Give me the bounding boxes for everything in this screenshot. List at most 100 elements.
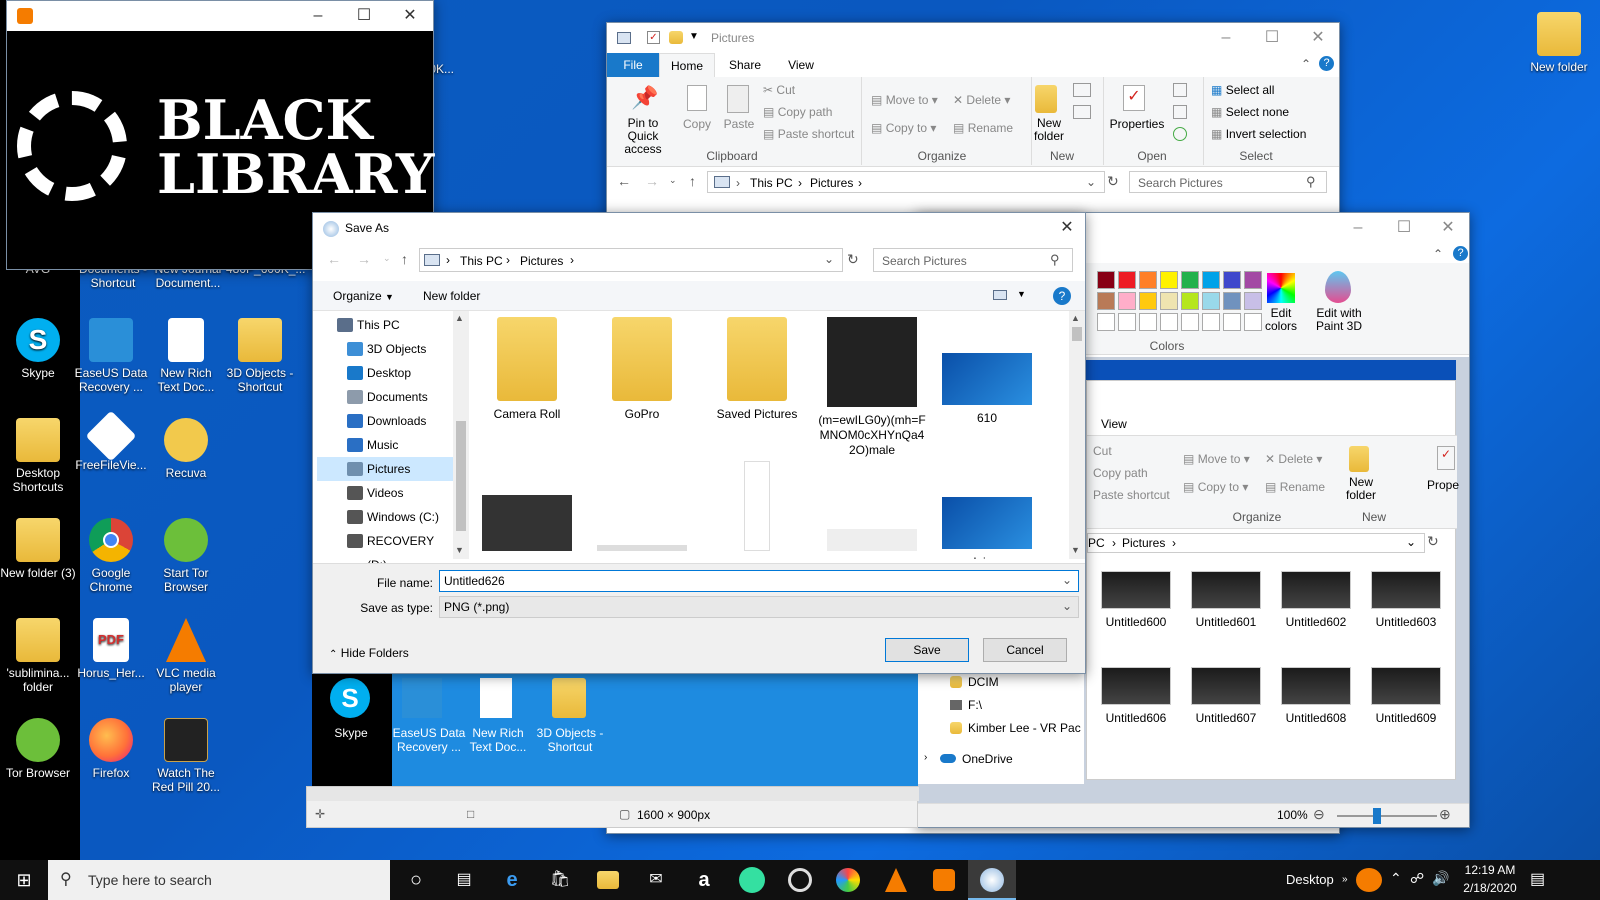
dialog-search-box[interactable]: Search Pictures ⚲: [873, 248, 1073, 272]
breadcrumb-this-pc[interactable]: This PC: [460, 254, 503, 268]
move-to-button[interactable]: ▤ Move to ▾: [871, 93, 938, 107]
network-icon[interactable]: ☍: [1410, 870, 1424, 887]
chevron-down-icon[interactable]: ⌄: [1062, 599, 1072, 613]
minimize-button[interactable]: –: [1203, 23, 1249, 53]
notification-app-icon[interactable]: [1356, 868, 1382, 892]
color-swatch[interactable]: [1139, 313, 1157, 331]
explorer2-new-folder[interactable]: New folder: [1341, 476, 1381, 502]
refresh-icon[interactable]: ↻: [1427, 533, 1439, 550]
tab-file[interactable]: File: [607, 53, 659, 77]
expand-chevron-icon[interactable]: ›: [924, 752, 927, 763]
explorer2-copy-path[interactable]: Copy path: [1093, 466, 1148, 480]
color-swatch[interactable]: [1223, 313, 1241, 331]
paste-button[interactable]: Paste: [721, 117, 757, 131]
tripadvisor-icon[interactable]: [728, 860, 776, 900]
organize-button[interactable]: Organize ▼: [333, 289, 394, 303]
toolbar-chevron-icon[interactable]: »: [1342, 874, 1348, 885]
thumbnail-item[interactable]: Untitled600: [1093, 571, 1179, 629]
cut-button[interactable]: ✂ Cut: [763, 83, 795, 97]
recent-dropdown-icon[interactable]: ⌄: [383, 253, 391, 264]
store-icon[interactable]: 🛍: [536, 860, 584, 900]
quick-access-dropdown-icon[interactable]: ▼: [689, 31, 699, 42]
file-item[interactable]: GoPro: [588, 317, 696, 422]
paint-taskbar-icon[interactable]: [968, 860, 1016, 900]
file-item[interactable]: bs_channel_dran...: [473, 461, 581, 559]
file-item[interactable]: bITMAPIMAGEIN...: [703, 461, 811, 559]
nav-tree-scroll-thumb[interactable]: [456, 421, 466, 531]
new-folder-button[interactable]: New folder: [423, 289, 480, 303]
explorer2-address-bar[interactable]: PC › Pictures › ⌄: [1087, 533, 1425, 553]
recent-dropdown-icon[interactable]: ⌄: [669, 175, 677, 186]
edit-icon[interactable]: [1173, 105, 1187, 119]
thumbnail-item[interactable]: Untitled607: [1183, 667, 1269, 725]
start-button[interactable]: ⊞: [0, 860, 48, 900]
explorer2-move-to[interactable]: ▤ Move to ▾: [1183, 452, 1250, 466]
action-center-icon[interactable]: ▤: [1530, 869, 1545, 889]
nav-tree-item[interactable]: RECOVERY (D:): [317, 529, 457, 572]
desktop-icon-vlc[interactable]: VLC media player: [148, 618, 224, 694]
maximize-button[interactable]: ☐: [341, 1, 387, 31]
zoom-in-icon[interactable]: ⊕: [1439, 806, 1451, 823]
minimize-button[interactable]: –: [295, 1, 341, 31]
color-swatch[interactable]: [1202, 313, 1220, 331]
explorer-search-box[interactable]: Search Pictures ⚲: [1129, 171, 1327, 193]
save-as-type-select[interactable]: PNG (*.png) ⌄: [439, 596, 1079, 618]
close-button[interactable]: ✕: [1425, 213, 1471, 243]
clock-time[interactable]: 12:19 AM: [1458, 863, 1522, 877]
thumbnail-item[interactable]: Untitled602: [1273, 571, 1359, 629]
color-swatch[interactable]: [1181, 292, 1199, 310]
desktop-icon-new-folder-3[interactable]: New folder (3): [0, 518, 76, 580]
desktop-toolbar-label[interactable]: Desktop: [1286, 872, 1334, 887]
color-swatch[interactable]: [1160, 292, 1178, 310]
up-arrow-icon[interactable]: ↑: [401, 251, 408, 267]
desktop-icon-start-tor[interactable]: Start Tor Browser: [148, 518, 224, 594]
desktop-icon-firefox[interactable]: Firefox: [73, 718, 149, 780]
scroll-down-icon[interactable]: ▼: [1071, 545, 1080, 555]
breadcrumb-this-pc[interactable]: This PC: [750, 176, 793, 190]
save-as-dialog[interactable]: Save As ✕ ← → ⌄ ↑ › This PC › Pictures ›…: [312, 212, 1086, 674]
explorer2-cut[interactable]: Cut: [1093, 444, 1112, 458]
explorer2-window[interactable]: View Cut Copy path Paste shortcut ▤ Move…: [1086, 380, 1459, 780]
volume-icon[interactable]: 🔊: [1432, 870, 1449, 887]
search-icon[interactable]: ⚲: [1306, 174, 1316, 190]
color-swatch[interactable]: [1202, 292, 1220, 310]
file-grid-scrollbar[interactable]: ▲ ▼: [1069, 311, 1085, 559]
back-arrow-icon[interactable]: ←: [617, 173, 631, 189]
file-item[interactable]: card_icons...: [933, 461, 1041, 559]
rename-button[interactable]: ▤ Rename: [953, 121, 1013, 135]
select-none-button[interactable]: ▦ Select none: [1211, 105, 1289, 119]
clock-date[interactable]: 2/18/2020: [1458, 881, 1522, 895]
breadcrumb-pc[interactable]: PC: [1088, 536, 1105, 550]
thumbnail-item[interactable]: Untitled608: [1273, 667, 1359, 725]
desktop-icon-new-folder[interactable]: New folder: [1520, 12, 1598, 74]
tree-item-onedrive[interactable]: OneDrive: [962, 752, 1013, 766]
copy-button[interactable]: Copy: [681, 117, 713, 131]
desktop-icon-freefileviewer[interactable]: FreeFileVie...: [73, 410, 149, 472]
desktop-icon-chrome[interactable]: Google Chrome: [73, 518, 149, 594]
color-swatch[interactable]: [1118, 292, 1136, 310]
file-item[interactable]: 610: [933, 317, 1041, 426]
file-item[interactable]: Saved Pictures: [703, 317, 811, 422]
zoom-slider-thumb[interactable]: [1373, 808, 1381, 824]
breadcrumb-pictures[interactable]: Pictures: [810, 176, 853, 190]
nav-tree-item[interactable]: Desktop: [317, 361, 457, 385]
color-swatch[interactable]: [1202, 271, 1220, 289]
file-explorer-icon[interactable]: [584, 860, 632, 900]
help-icon[interactable]: ?: [1453, 246, 1468, 261]
color-swatch[interactable]: [1118, 271, 1136, 289]
chevron-down-icon[interactable]: ⌄: [1062, 573, 1072, 587]
color-swatch[interactable]: [1097, 313, 1115, 331]
nav-tree-item[interactable]: Documents: [317, 385, 457, 409]
breadcrumb-pictures[interactable]: Pictures: [520, 254, 563, 268]
thumbnail-item[interactable]: Untitled606: [1093, 667, 1179, 725]
nav-tree-item[interactable]: 3D Objects: [317, 337, 457, 361]
desktop-icon-red-pill[interactable]: Watch The Red Pill 20...: [148, 718, 224, 794]
explorer-address-bar[interactable]: › This PC › Pictures › ⌄: [707, 171, 1105, 193]
color-swatch[interactable]: [1244, 271, 1262, 289]
forward-arrow-icon[interactable]: →: [645, 173, 659, 189]
color-swatch[interactable]: [1139, 292, 1157, 310]
pin-quick-access-button[interactable]: Pin to Quick access: [611, 117, 675, 156]
paste-shortcut-button[interactable]: ▤ Paste shortcut: [763, 127, 854, 141]
explorer2-delete[interactable]: ✕ Delete ▾: [1265, 452, 1322, 466]
taskbar-search-box[interactable]: ⚲ Type here to search: [48, 860, 390, 900]
